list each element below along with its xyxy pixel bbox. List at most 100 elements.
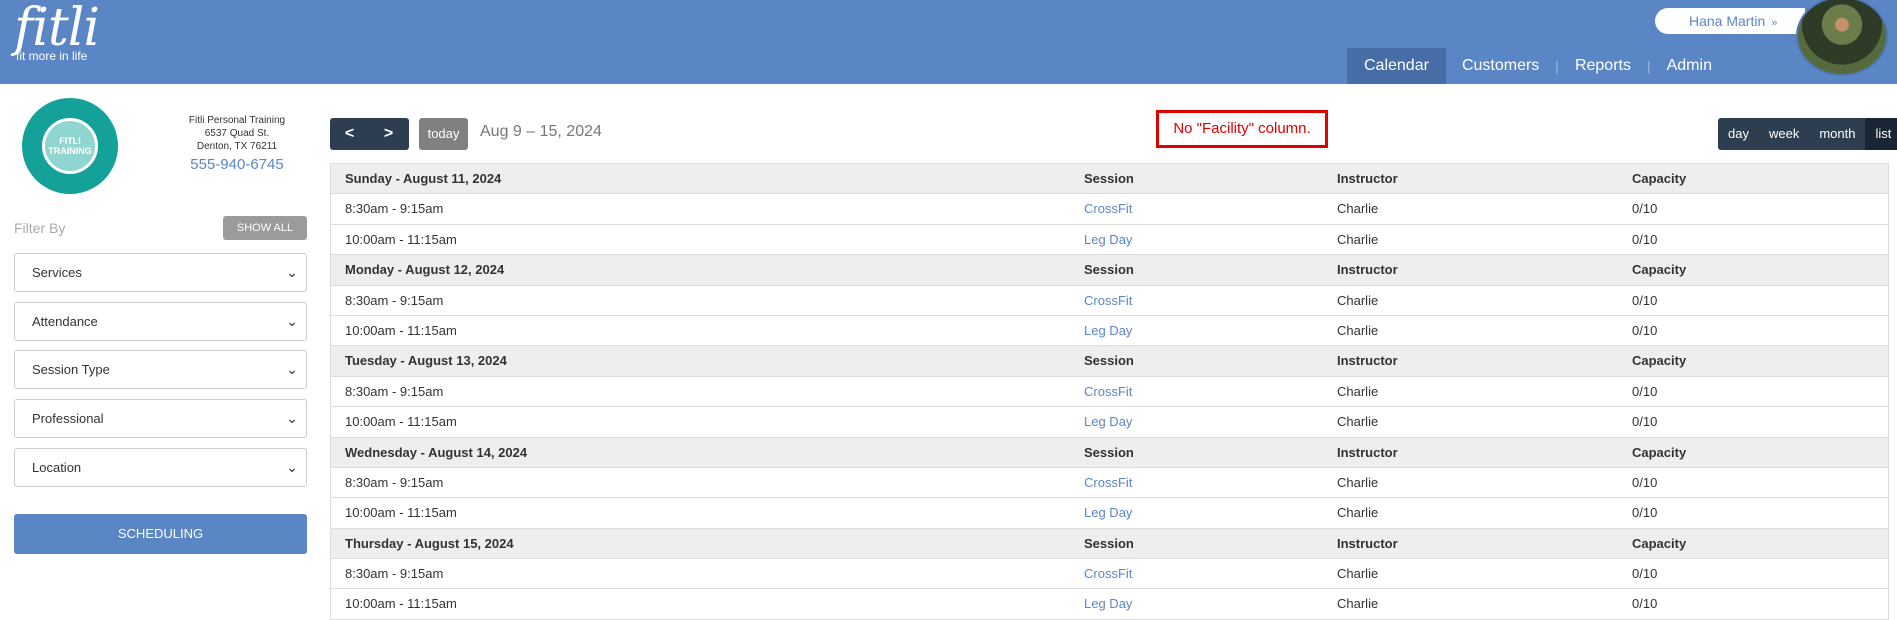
day-label: Sunday - August 11, 2024 [345,171,502,186]
session-type-select[interactable]: Session Type ⌄ [14,350,307,389]
next-button[interactable]: > [369,118,408,150]
event-time: 10:00am - 11:15am [345,596,457,612]
capacity-column-header: Capacity [1632,262,1687,278]
attendance-select-label: Attendance [32,314,98,329]
event-row[interactable]: 8:30am - 9:15am CrossFit Charlie 0/10 [331,194,1888,225]
session-column-header: Session [1084,444,1134,460]
business-info: Fitli Personal Training 6537 Quad St. De… [162,114,312,174]
view-day-button[interactable]: day [1718,118,1759,150]
day-header-row: Wednesday - August 14, 2024 Session Inst… [331,437,1888,468]
event-capacity: 0/10 [1632,505,1658,521]
event-capacity: 0/10 [1632,596,1658,612]
event-time: 8:30am - 9:15am [345,292,444,308]
date-range-title: Aug 9 – 15, 2024 [480,123,602,140]
chevron-right-icon: > [383,125,394,142]
avatar[interactable] [1796,0,1888,76]
user-menu[interactable]: Hana Martin » [1655,8,1805,34]
logo-wordmark: fitli [14,0,100,58]
professional-select[interactable]: Professional ⌄ [14,399,307,438]
capacity-column-header: Capacity [1632,444,1687,460]
event-capacity: 0/10 [1632,474,1658,490]
business-address-line2: Denton, TX 76211 [196,141,278,152]
business-phone[interactable]: 555-940-6745 [162,156,312,174]
day-header-row: Monday - August 12, 2024 Session Instruc… [331,255,1888,286]
event-session-link[interactable]: Leg Day [1084,225,1132,255]
view-list-button[interactable]: list [1865,118,1897,150]
instructor-column-header: Instructor [1337,262,1398,278]
capacity-column-header: Capacity [1632,171,1687,186]
event-capacity: 0/10 [1632,566,1658,582]
annotation-note: No "Facility" column. [1156,110,1328,148]
fitli-logo[interactable]: fitli fit more in life [14,0,100,63]
view-week-button[interactable]: week [1759,118,1809,150]
event-instructor: Charlie [1337,322,1379,338]
event-row[interactable]: 10:00am - 11:15am Leg Day Charlie 0/10 [331,225,1888,256]
event-time: 10:00am - 11:15am [345,505,457,521]
location-select[interactable]: Location ⌄ [14,448,307,487]
event-time: 10:00am - 11:15am [345,231,457,247]
event-instructor: Charlie [1337,505,1379,521]
nav-admin[interactable]: Admin [1651,48,1728,84]
chevron-down-icon: ⌄ [286,410,298,426]
session-type-select-label: Session Type [32,362,110,377]
event-row[interactable]: 10:00am - 11:15am Leg Day Charlie 0/10 [331,407,1888,438]
attendance-select[interactable]: Attendance ⌄ [14,302,307,341]
main-nav: Calendar Customers | Reports | Admin [1347,48,1728,84]
event-row[interactable]: 8:30am - 9:15am CrossFit Charlie 0/10 [331,468,1888,499]
services-select-label: Services [32,265,82,280]
session-column-header: Session [1084,171,1134,186]
show-all-button[interactable]: SHOW ALL [223,216,307,240]
prev-button[interactable]: < [330,118,369,150]
event-session-link[interactable]: Leg Day [1084,407,1132,437]
event-session-link[interactable]: CrossFit [1084,286,1132,316]
instructor-column-header: Instructor [1337,535,1398,551]
event-row[interactable]: 10:00am - 11:15am Leg Day Charlie 0/10 [331,498,1888,529]
nav-reports[interactable]: Reports [1559,48,1647,84]
event-session-link[interactable]: CrossFit [1084,377,1132,407]
professional-select-label: Professional [32,411,104,426]
chevron-left-icon: < [344,125,355,142]
logo-tagline: fit more in life [16,49,88,63]
event-session-link[interactable]: Leg Day [1084,498,1132,528]
event-row[interactable]: 8:30am - 9:15am CrossFit Charlie 0/10 [331,559,1888,590]
event-session-link[interactable]: Leg Day [1084,589,1132,619]
chevron-down-icon: ⌄ [286,361,298,377]
event-time: 10:00am - 11:15am [345,322,457,338]
event-row[interactable]: 10:00am - 11:15am Leg Day Charlie 0/10 [331,316,1888,347]
event-session-link[interactable]: CrossFit [1084,468,1132,498]
scheduling-button[interactable]: SCHEDULING [14,514,307,554]
day-header-row: Sunday - August 11, 2024 Session Instruc… [331,164,1888,195]
day-label: Thursday - August 15, 2024 [345,535,514,551]
view-month-button[interactable]: month [1809,118,1865,150]
instructor-column-header: Instructor [1337,444,1398,460]
capacity-column-header: Capacity [1632,353,1687,369]
event-session-link[interactable]: Leg Day [1084,316,1132,346]
location-select-label: Location [32,460,82,475]
event-capacity: 0/10 [1632,231,1658,247]
calendar-list: Sunday - August 11, 2024 Session Instruc… [330,163,1889,620]
event-session-link[interactable]: CrossFit [1084,194,1132,224]
today-button[interactable]: today [419,118,468,150]
services-select[interactable]: Services ⌄ [14,253,307,292]
instructor-column-header: Instructor [1337,171,1398,186]
event-row[interactable]: 8:30am - 9:15am CrossFit Charlie 0/10 [331,377,1888,408]
day-label: Monday - August 12, 2024 [345,262,505,278]
nav-calendar[interactable]: Calendar [1347,48,1446,84]
event-instructor: Charlie [1337,231,1379,247]
event-instructor: Charlie [1337,474,1379,490]
event-row[interactable]: 10:00am - 11:15am Leg Day Charlie 0/10 [331,589,1888,620]
capacity-column-header: Capacity [1632,535,1687,551]
business-address-line1: 6537 Quad St. [204,128,270,139]
event-session-link[interactable]: CrossFit [1084,559,1132,589]
view-switcher: day week month list [1718,118,1897,150]
business-logo: FITLI TRAINING [22,98,118,194]
event-instructor: Charlie [1337,596,1379,612]
day-header-row: Thursday - August 15, 2024 Session Instr… [331,528,1888,560]
user-name: Hana Martin [1689,13,1766,29]
nav-customers[interactable]: Customers [1446,48,1555,84]
chevron-down-icon: » [1771,17,1778,29]
filter-by-label: Filter By [14,220,66,236]
business-name: Fitli Personal Training [188,115,286,126]
event-instructor: Charlie [1337,201,1379,217]
event-row[interactable]: 8:30am - 9:15am CrossFit Charlie 0/10 [331,286,1888,316]
